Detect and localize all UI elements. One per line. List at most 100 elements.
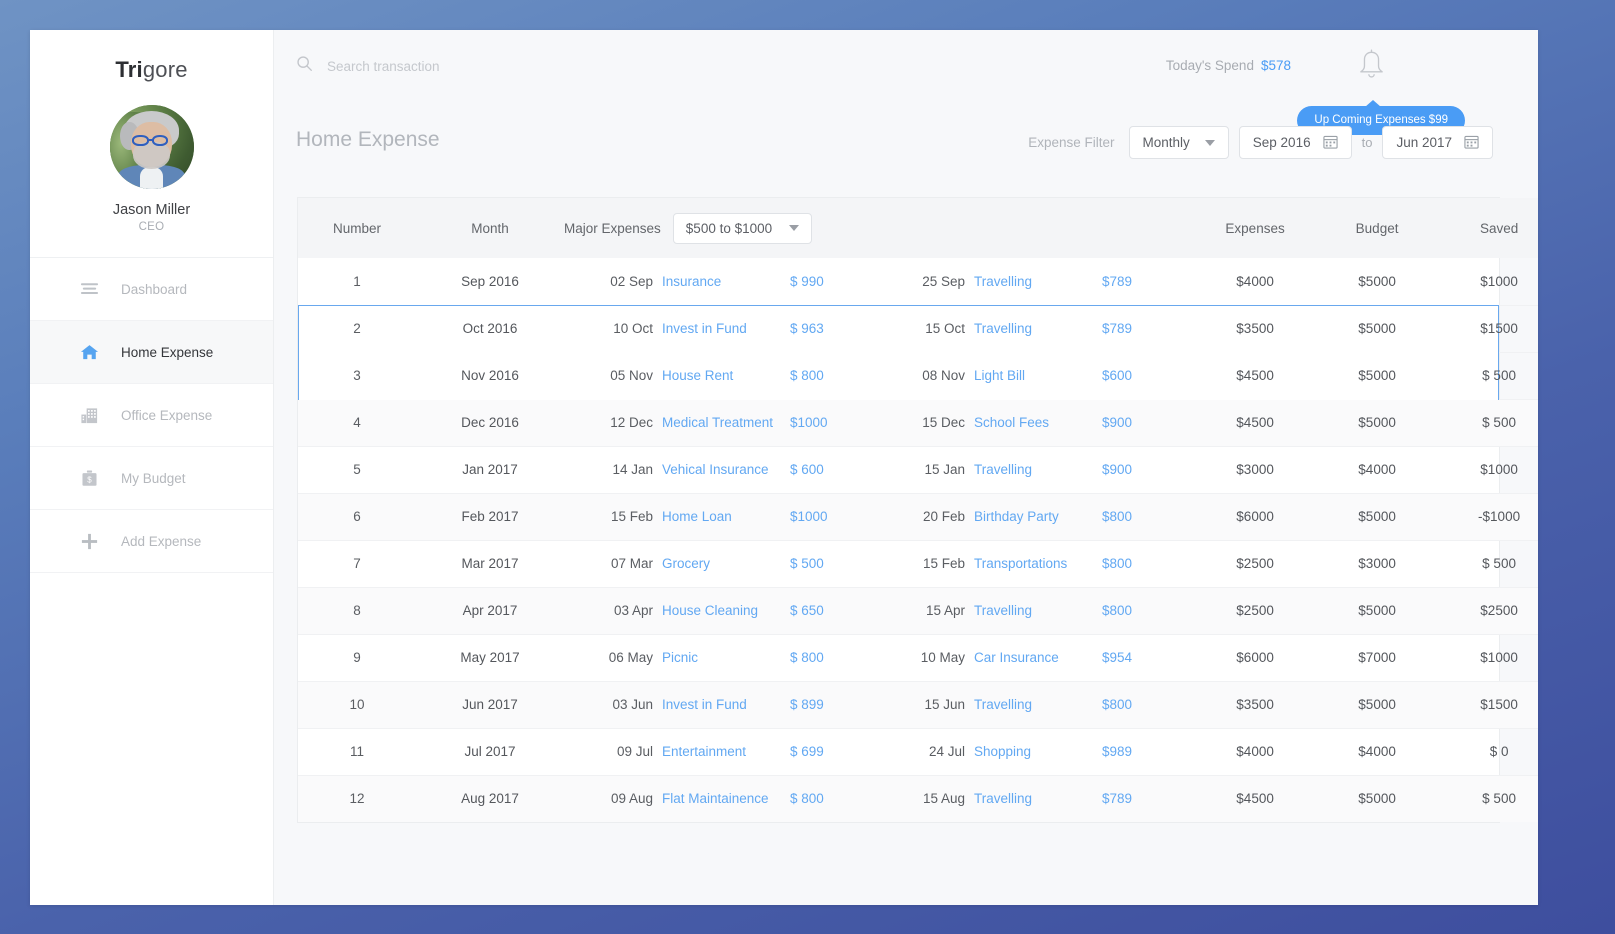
row-number: 10 [298, 681, 416, 729]
row-amount-1: $ 899 [790, 681, 882, 729]
amount-range-dropdown[interactable]: $500 to $1000 [672, 212, 813, 244]
sidebar-nav: Dashboard Home Expense Office Expense $ … [30, 257, 273, 573]
row-expenses: $4000 [1194, 728, 1317, 776]
row-expenses: $4500 [1194, 352, 1317, 400]
notification-bell-button[interactable] [1357, 49, 1386, 85]
row-month: Nov 2016 [416, 352, 564, 400]
sidebar-item-add-expense[interactable]: Add Expense [30, 510, 273, 573]
profile-name: Jason Miller [112, 202, 191, 218]
app-logo[interactable]: Trigore [30, 30, 273, 83]
from-date-field[interactable]: Sep 2016 [1238, 126, 1352, 159]
plus-icon [80, 532, 99, 551]
row-amount-1: $ 500 [790, 540, 882, 588]
avatar[interactable] [109, 105, 194, 189]
row-amount-1: $ 800 [790, 791, 824, 807]
table-row[interactable]: 2 Oct 2016 10 Oct Invest in Fund $ 963 15 Oct… [298, 305, 1538, 353]
period-dropdown[interactable]: Monthly [1128, 126, 1229, 159]
row-category-2: School Fees [974, 399, 1102, 447]
sidebar: Trigore Jason Miller CEO Dashboard Home … [30, 30, 274, 905]
row-saved: $1500 [1438, 305, 1538, 353]
row-amount-1: $ 650 [790, 587, 882, 635]
table-row[interactable]: 3 Nov 2016 05 Nov House Rent $ 800 08 Nov Ligh… [298, 352, 1538, 400]
list-icon [80, 280, 99, 299]
sidebar-item-office-expense[interactable]: Office Expense [30, 384, 273, 447]
to-date-value: Jun 2017 [1396, 135, 1452, 150]
calendar-icon [1464, 134, 1479, 152]
sidebar-item-label: My Budget [121, 470, 186, 486]
table-row[interactable]: 8 Apr 2017 03 Apr House Cleaning $ 650 15 Apr… [298, 587, 1538, 635]
sidebar-item-home-expense[interactable]: Home Expense [30, 321, 273, 384]
row-amount-2: $789 [1102, 305, 1195, 353]
expense-table-container: Number Month Major Expenses $500 to $100… [297, 197, 1538, 823]
row-month: Sep 2016 [416, 258, 564, 306]
column-header-number[interactable]: Number [298, 198, 416, 258]
table-row[interactable]: 9 May 2017 06 May Picnic $ 800 10 May Car Insu… [298, 634, 1538, 682]
row-category-2: Light Bill [974, 352, 1102, 400]
table-row[interactable]: 7 Mar 2017 07 Mar Grocery $ 500 15 Feb Transpo… [298, 540, 1538, 588]
row-number: 12 [349, 791, 365, 807]
to-date-field[interactable]: Jun 2017 [1382, 126, 1493, 159]
row-date-1: 15 Feb [564, 493, 662, 541]
row-expenses: $4500 [1194, 399, 1317, 447]
row-amount-1: $1000 [790, 493, 882, 541]
table-row[interactable]: 1 Sep 2016 02 Sep Insurance $ 990 25 Sep Trave… [298, 258, 1538, 306]
search-box[interactable] [296, 55, 607, 77]
row-saved: $ 500 [1438, 540, 1538, 588]
column-header-budget[interactable]: Budget [1316, 198, 1439, 258]
avatar-glasses-right [151, 135, 169, 147]
row-number: 4 [298, 399, 416, 447]
row-date-1: 09 Aug [610, 791, 653, 807]
sidebar-item-my-budget[interactable]: $ My Budget [30, 447, 273, 510]
date-range-separator: to [1361, 135, 1373, 150]
row-expenses: $6000 [1194, 634, 1317, 682]
row-budget: $5000 [1316, 352, 1439, 400]
column-header-saved[interactable]: Saved [1438, 198, 1538, 258]
row-amount-2: $789 [1102, 258, 1195, 306]
row-date-1: 12 Dec [564, 399, 662, 447]
row-month: Mar 2017 [416, 540, 564, 588]
main-content: Today's Spend$578 Up Comin [274, 30, 1538, 905]
search-input[interactable] [327, 58, 607, 74]
row-saved: $1000 [1438, 446, 1538, 494]
table-row[interactable]: 12 Aug 2017 09 Aug Flat Maintainence $ 800 15… [298, 775, 1538, 822]
row-amount-1: $ 699 [790, 728, 882, 776]
row-month: Apr 2017 [416, 587, 564, 635]
row-category-2: Travelling [974, 446, 1102, 494]
table-body: 1 Sep 2016 02 Sep Insurance $ 990 25 Sep Trave… [298, 258, 1538, 822]
table-row[interactable]: 4 Dec 2016 12 Dec Medical Treatment $1000 15 … [298, 399, 1538, 447]
row-saved: $1000 [1438, 634, 1538, 682]
row-category-2: Travelling [974, 791, 1033, 807]
table-header-row: Number Month Major Expenses $500 to $100… [298, 198, 1538, 258]
sidebar-item-label: Dashboard [121, 281, 188, 297]
row-category-1: House Rent [662, 352, 790, 400]
row-amount-2: $989 [1102, 728, 1195, 776]
row-saved: $ 500 [1438, 399, 1538, 447]
row-budget: $5000 [1358, 791, 1396, 807]
row-expenses: $3000 [1194, 446, 1317, 494]
bell-icon [1357, 49, 1386, 84]
row-expenses: $4000 [1194, 258, 1317, 306]
row-date-2: 15 Aug [922, 791, 965, 807]
table-row[interactable]: 11 Jul 2017 09 Jul Entertainment $ 699 24 Jul… [298, 728, 1538, 776]
column-header-expenses[interactable]: Expenses [1194, 198, 1317, 258]
todays-spend-label: Today's Spend [1165, 58, 1254, 73]
row-category-2: Car Insurance [974, 634, 1102, 682]
row-budget: $4000 [1316, 728, 1439, 776]
row-expenses: $4500 [1236, 791, 1274, 807]
row-budget: $3000 [1316, 540, 1439, 588]
row-number: 7 [298, 540, 416, 588]
row-date-1: 10 Oct [564, 305, 662, 353]
sidebar-item-dashboard[interactable]: Dashboard [30, 258, 273, 321]
column-header-major-expenses-label: Major Expenses [564, 220, 661, 236]
table-row[interactable]: 6 Feb 2017 15 Feb Home Loan $1000 20 Feb Birth… [298, 493, 1538, 541]
row-number: 1 [298, 258, 416, 306]
column-header-month[interactable]: Month [416, 198, 564, 258]
table-row[interactable]: 10 Jun 2017 03 Jun Invest in Fund $ 899 15 Ju… [298, 681, 1538, 729]
row-amount-1: $ 990 [790, 258, 882, 306]
user-profile: Jason Miller CEO [30, 83, 273, 233]
home-icon [80, 343, 99, 362]
sidebar-item-label: Home Expense [121, 344, 214, 360]
row-number: 8 [298, 587, 416, 635]
row-date-2: 15 Oct [882, 305, 974, 353]
table-row[interactable]: 5 Jan 2017 14 Jan Vehical Insurance $ 600 15 … [298, 446, 1538, 494]
